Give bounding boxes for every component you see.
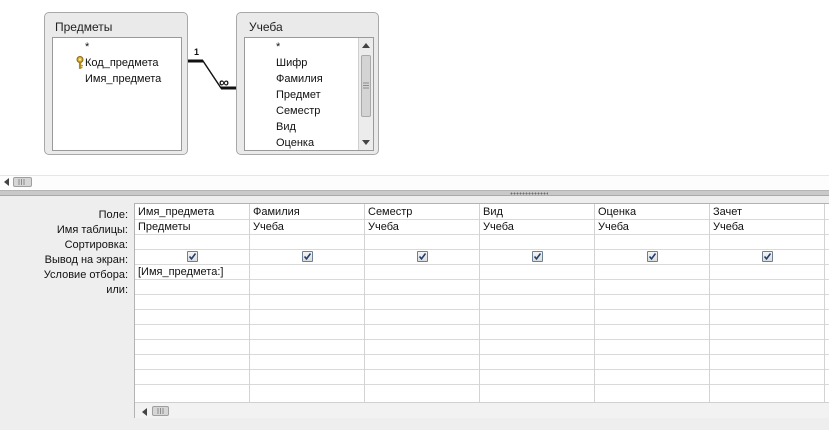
row-label-field: Поле: — [98, 209, 128, 221]
row-label-criteria: Условие отбора: — [43, 269, 128, 281]
row-label-table: Имя таблицы: — [56, 224, 128, 236]
criteria-cell[interactable]: [Имя_предмета:] — [138, 265, 223, 279]
field-item-predmet[interactable]: Предмет — [276, 87, 321, 103]
scroll-thumb[interactable] — [361, 55, 371, 117]
table-predmety[interactable]: Предметы * Код_предмета Имя_предмета — [44, 12, 188, 155]
scroll-left-button[interactable] — [138, 406, 150, 418]
field-cell[interactable]: Оценка — [598, 205, 636, 219]
field-cell[interactable]: Имя_предмета — [138, 205, 214, 219]
grid-column-4[interactable]: Вид Учеба — [480, 204, 595, 402]
grid-column-2[interactable]: Фамилия Учеба — [250, 204, 365, 402]
row-label-sort: Сортировка: — [64, 239, 128, 251]
field-cell[interactable]: Семестр — [368, 205, 412, 219]
field-item-kod-predmeta[interactable]: Код_предмета — [85, 55, 159, 71]
table-cell[interactable]: Предметы — [138, 220, 191, 234]
table-title: Предметы — [55, 20, 113, 34]
table-ucheba[interactable]: Учеба * Шифр Фамилия Предмет Семестр Вид… — [236, 12, 379, 155]
table-cell[interactable]: Учеба — [368, 220, 399, 234]
field-list-scrollbar[interactable] — [358, 38, 373, 150]
field-item-ocenka[interactable]: Оценка — [276, 135, 314, 150]
primary-key-icon — [76, 56, 84, 69]
show-checkbox[interactable] — [302, 251, 313, 262]
one-side-label: 1 — [194, 47, 200, 57]
grip-lines-icon — [157, 408, 164, 414]
table-cell[interactable]: Учеба — [253, 220, 284, 234]
field-item-familiya[interactable]: Фамилия — [276, 71, 323, 87]
table-cell[interactable]: Учеба — [483, 220, 514, 234]
design-grid[interactable]: Имя_предмета Предметы [Имя_предмета:] Фа… — [134, 203, 829, 418]
grip-lines-icon — [363, 82, 369, 89]
show-checkbox[interactable] — [762, 251, 773, 262]
field-list[interactable]: * Шифр Фамилия Предмет Семестр Вид Оценк… — [244, 37, 374, 151]
grid-horizontal-scrollbar[interactable] — [135, 402, 829, 418]
checkmark-icon — [418, 253, 427, 261]
show-checkbox[interactable] — [532, 251, 543, 262]
triangle-down-icon — [362, 140, 370, 145]
grid-column-3[interactable]: Семестр Учеба — [365, 204, 480, 402]
scroll-left-button[interactable] — [0, 176, 12, 188]
checkmark-icon — [648, 253, 657, 261]
grid-column-1[interactable]: Имя_предмета Предметы [Имя_предмета:] — [135, 204, 250, 402]
field-item-asterisk[interactable]: * — [276, 39, 280, 55]
triangle-left-icon — [3, 178, 9, 186]
checkmark-icon — [533, 253, 542, 261]
splitter-grip[interactable] — [510, 192, 548, 195]
many-side-label: ∞ — [219, 74, 229, 90]
table-title: Учеба — [249, 20, 283, 34]
checkmark-icon — [303, 253, 312, 261]
field-item-asterisk[interactable]: * — [85, 39, 89, 55]
grid-column-5[interactable]: Оценка Учеба — [595, 204, 710, 402]
field-cell[interactable]: Вид — [483, 205, 503, 219]
triangle-left-icon — [141, 408, 147, 416]
query-design-grid-pane: Поле: Имя таблицы: Сортировка: Вывод на … — [0, 196, 829, 430]
show-checkbox[interactable] — [647, 251, 658, 262]
field-cell[interactable]: Зачет — [713, 205, 742, 219]
row-label-or: или: — [106, 284, 128, 296]
show-checkbox[interactable] — [187, 251, 198, 262]
field-item-imya-predmeta[interactable]: Имя_предмета — [85, 71, 161, 87]
grip-lines-icon — [18, 179, 25, 185]
query-design-top-pane: Предметы * Код_предмета Имя_предмета Уче… — [0, 0, 829, 189]
checkmark-icon — [763, 253, 772, 261]
row-label-show: Вывод на экран: — [44, 254, 128, 266]
field-item-shifr[interactable]: Шифр — [276, 55, 307, 71]
top-pane-horizontal-scrollbar[interactable] — [0, 175, 829, 189]
table-cell[interactable]: Учеба — [713, 220, 744, 234]
checkmark-icon — [188, 253, 197, 261]
field-item-vid[interactable]: Вид — [276, 119, 296, 135]
triangle-up-icon — [362, 43, 370, 48]
field-list[interactable]: * Код_предмета Имя_предмета — [52, 37, 182, 151]
show-checkbox[interactable] — [417, 251, 428, 262]
field-cell[interactable]: Фамилия — [253, 205, 300, 219]
scroll-down-button[interactable] — [359, 135, 373, 150]
scroll-thumb[interactable] — [152, 406, 169, 416]
grid-column-6[interactable]: Зачет Учеба — [710, 204, 825, 402]
scroll-up-button[interactable] — [359, 38, 373, 53]
scroll-thumb[interactable] — [13, 177, 32, 187]
table-cell[interactable]: Учеба — [598, 220, 629, 234]
field-item-semestr[interactable]: Семестр — [276, 103, 320, 119]
